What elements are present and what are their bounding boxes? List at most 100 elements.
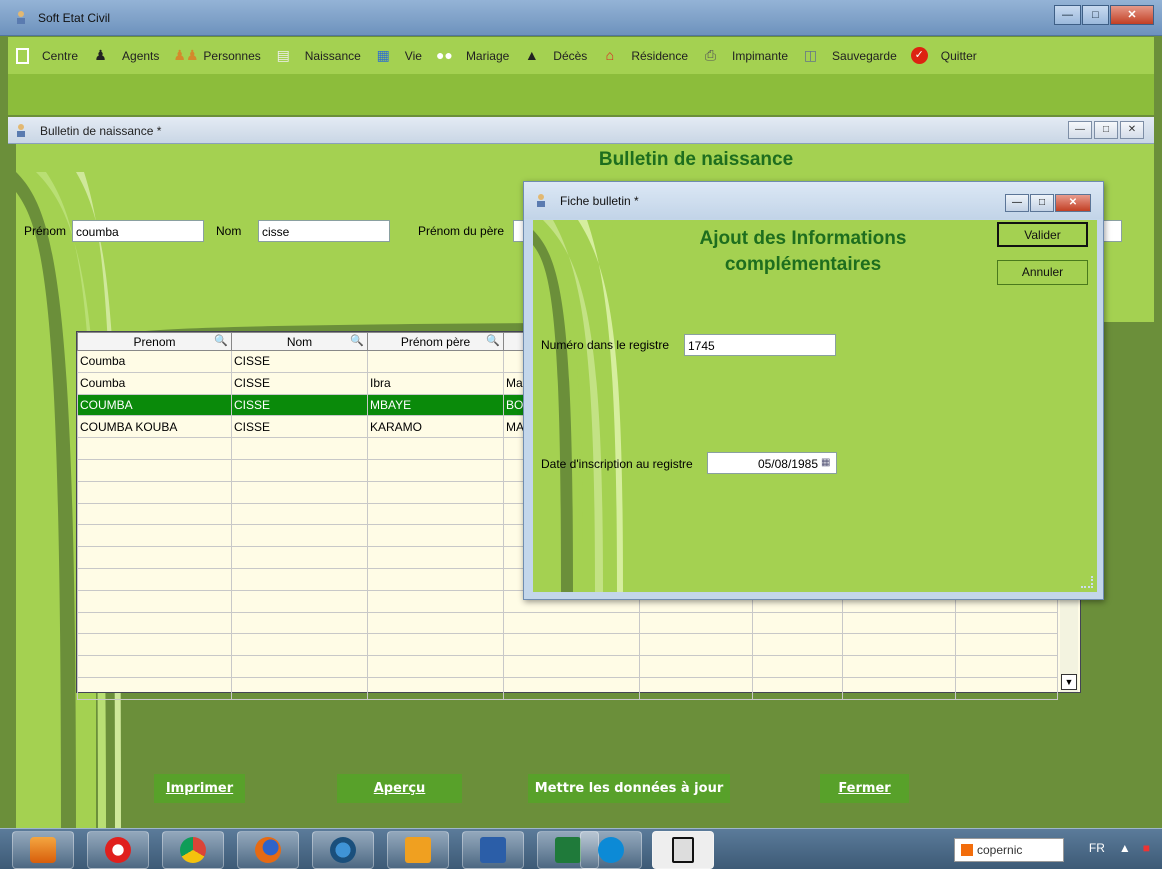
child-window-controls: — □ ✕ xyxy=(1066,121,1144,139)
table-cell xyxy=(639,611,753,635)
table-cell xyxy=(77,676,232,700)
menu-item-centre[interactable]: Centre xyxy=(16,47,78,64)
taskbar-app-opera[interactable] xyxy=(87,831,149,869)
table-cell xyxy=(77,458,232,482)
table-cell xyxy=(231,589,368,613)
table-cell xyxy=(231,524,368,548)
table-cell xyxy=(231,546,368,569)
menu-item-mariage[interactable]: ●● Mariage xyxy=(436,47,509,64)
table-cell xyxy=(231,633,368,657)
taskbar-app-word[interactable] xyxy=(462,831,524,869)
table-cell xyxy=(503,633,640,657)
birth-icon: ▤ xyxy=(276,47,290,63)
menu-item-vie[interactable]: ▦ Vie xyxy=(375,47,422,64)
table-cell xyxy=(367,458,504,482)
taskbar-app-firefox[interactable] xyxy=(237,831,299,869)
resize-grip[interactable] xyxy=(1081,576,1093,588)
table-cell xyxy=(231,458,368,482)
table-cell xyxy=(77,480,232,504)
menu-item-sauvegarde[interactable]: ◫ Sauvegarde xyxy=(802,47,897,64)
table-cell xyxy=(503,611,640,635)
nom-label: Nom xyxy=(216,224,242,238)
table-row[interactable] xyxy=(77,611,1058,635)
dialog-minimize-button[interactable]: — xyxy=(1005,194,1029,212)
child-close-button[interactable]: ✕ xyxy=(1120,121,1144,139)
prenom-input[interactable]: coumba xyxy=(72,220,204,242)
maximize-button[interactable]: □ xyxy=(1082,5,1109,25)
table-cell xyxy=(752,611,843,635)
scroll-down-arrow-icon[interactable]: ▼ xyxy=(1061,674,1077,690)
menu-item-quitter[interactable]: ✓ Quitter xyxy=(910,47,977,64)
table-cell xyxy=(752,655,843,678)
table-cell xyxy=(231,437,368,460)
annuler-button[interactable]: Annuler xyxy=(997,260,1088,285)
skype-icon xyxy=(598,837,624,863)
numero-input[interactable]: 1745 xyxy=(684,334,836,356)
table-cell xyxy=(842,676,956,700)
dialog-icon xyxy=(537,194,545,207)
calendar-icon[interactable]: ▦ xyxy=(821,457,830,468)
copernic-search[interactable]: copernic xyxy=(954,838,1064,862)
taskbar-app-network[interactable] xyxy=(312,831,374,869)
excel-icon xyxy=(555,837,581,863)
menu-item-deces[interactable]: ▲ Décès xyxy=(523,47,587,64)
table-cell xyxy=(955,633,1058,657)
bulletin-header: Bulletin de naissance xyxy=(16,144,1154,172)
table-cell: Coumba xyxy=(77,350,232,373)
fermer-button[interactable]: Fermer xyxy=(820,774,909,803)
column-header-nom[interactable]: Nom 🔍 xyxy=(231,332,368,351)
menu-item-agents[interactable]: ♟ Agents xyxy=(92,47,159,64)
table-cell xyxy=(231,676,368,700)
table-cell: COUMBA xyxy=(77,393,232,417)
table-cell: Coumba xyxy=(77,371,232,395)
nom-input[interactable]: cisse xyxy=(258,220,390,242)
table-row[interactable] xyxy=(77,655,1058,678)
menu-item-residence[interactable]: ⌂ Résidence xyxy=(601,47,688,64)
child-minimize-button[interactable]: — xyxy=(1068,121,1092,139)
app-window: Soft Etat Civil — □ ✕ Centre ♟ Agents ♟♟ P… xyxy=(0,0,1162,869)
table-cell xyxy=(367,567,504,591)
menu-item-naissance[interactable]: ▤ Naissance xyxy=(275,47,361,64)
column-header-prenom-pere[interactable]: Prénom père 🔍 xyxy=(367,332,504,351)
menu-item-imprimante[interactable]: ⎙ Impimante xyxy=(702,47,788,64)
date-picker[interactable]: 05/08/1985 xyxy=(707,452,837,474)
table-cell xyxy=(367,633,504,657)
taskbar-app-chrome[interactable] xyxy=(162,831,224,869)
pere-label: Prénom du père xyxy=(418,224,505,238)
child-maximize-button[interactable]: □ xyxy=(1094,121,1118,139)
taskbar-app-media-player[interactable] xyxy=(12,831,74,869)
table-row[interactable] xyxy=(77,633,1058,657)
table-cell xyxy=(639,633,753,657)
child-window-icon xyxy=(17,124,25,137)
table-cell: KARAMO xyxy=(367,415,504,439)
dialog-maximize-button[interactable]: □ xyxy=(1030,194,1054,212)
table-cell xyxy=(77,589,232,613)
taskbar-app-outlook[interactable] xyxy=(387,831,449,869)
taskbar-app-soft-etat-civil[interactable] xyxy=(652,831,714,869)
table-row[interactable] xyxy=(77,676,1058,700)
table-cell xyxy=(77,611,232,635)
table-cell xyxy=(77,546,232,569)
taskbar-app-skype[interactable] xyxy=(580,831,642,869)
table-cell xyxy=(77,502,232,526)
mettre-a-jour-button[interactable]: Mettre les données à jour xyxy=(528,774,730,803)
dialog-close-button[interactable]: ✕ xyxy=(1055,194,1091,212)
minimize-button[interactable]: — xyxy=(1054,5,1081,25)
network-status-icon[interactable]: ■ xyxy=(1143,841,1150,855)
search-icon: 🔍 xyxy=(350,335,364,347)
table-cell xyxy=(367,655,504,678)
table-cell xyxy=(231,655,368,678)
imprimer-button[interactable]: Imprimer xyxy=(154,774,245,803)
child-window-title: Bulletin de naissance * xyxy=(40,124,162,138)
column-header-prenom[interactable]: Prenom 🔍 xyxy=(77,332,232,351)
agent-icon: ♟ xyxy=(94,47,107,63)
table-cell xyxy=(231,480,368,504)
language-indicator[interactable]: FR xyxy=(1089,841,1105,855)
close-button[interactable]: ✕ xyxy=(1110,5,1154,25)
valider-button[interactable]: Valider xyxy=(997,222,1088,247)
apercu-button[interactable]: Aperçu xyxy=(337,774,462,803)
app-title: Soft Etat Civil xyxy=(38,11,111,25)
marriage-icon: ●● xyxy=(435,47,453,63)
tray-expand-icon[interactable]: ▲ xyxy=(1119,841,1131,855)
menu-item-personnes[interactable]: ♟♟ Personnes xyxy=(173,47,260,64)
